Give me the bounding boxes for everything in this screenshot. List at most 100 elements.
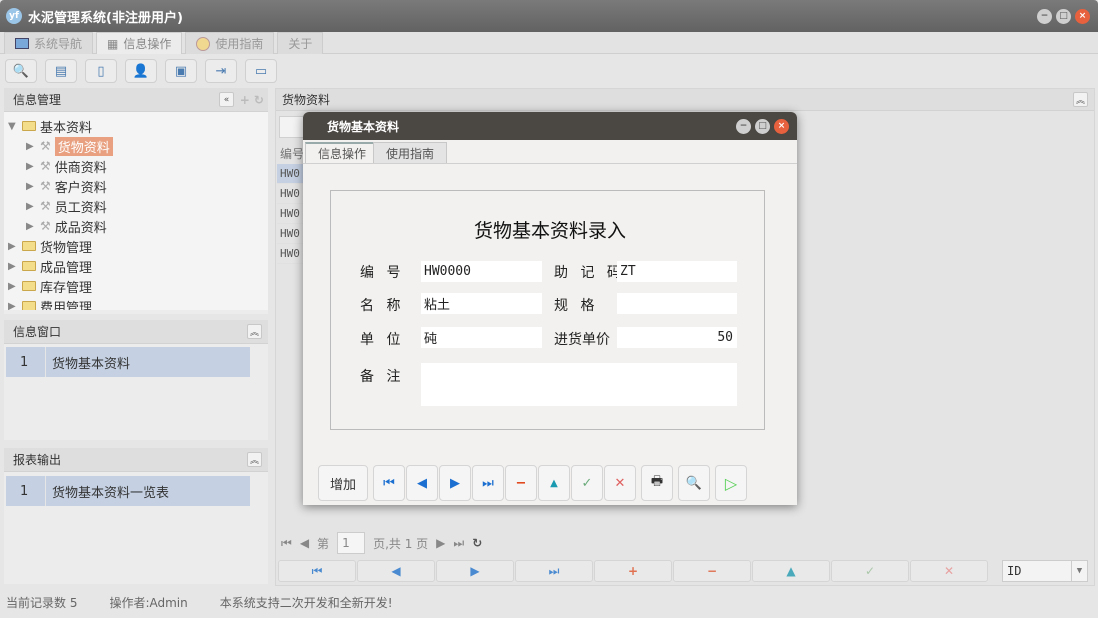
list-item[interactable]: 1 货物基本资料一览表: [6, 476, 250, 506]
grid-icon: ▦: [107, 36, 119, 51]
spec-input[interactable]: [617, 293, 737, 314]
note-label: 备 注: [360, 369, 405, 385]
last-page-button[interactable]: ⏭: [453, 536, 464, 551]
toolbar: 🔍 ▤ ▯ 👤 ▣ ⇥ ▭: [0, 56, 1098, 86]
next-page-button[interactable]: ▶: [436, 536, 445, 550]
add-refresh-icons[interactable]: + ↻: [240, 93, 264, 107]
field-select[interactable]: ID ▼: [1002, 560, 1088, 582]
user-icon: 👤: [132, 63, 150, 79]
folder-icon: [22, 241, 36, 251]
tab-navigation[interactable]: 系统导航: [4, 32, 94, 54]
first-record-button[interactable]: ⏮: [278, 560, 356, 582]
delete-button[interactable]: −: [505, 465, 537, 501]
list-item[interactable]: 1 货物基本资料: [6, 347, 250, 377]
price-input[interactable]: 50: [617, 327, 737, 348]
dialog-close-button[interactable]: ×: [774, 118, 789, 134]
table-row[interactable]: HW0: [277, 164, 303, 184]
folder-icon: [22, 301, 36, 310]
form-heading: 货物基本资料录入: [473, 220, 626, 242]
cancel-button[interactable]: ✕: [604, 465, 636, 501]
save-record-button[interactable]: ✓: [831, 560, 909, 582]
table-row[interactable]: HW0: [277, 224, 303, 244]
tree-node-customers[interactable]: ▶ ⚒ 客户资料: [8, 176, 268, 196]
last-record-button[interactable]: ⏭: [515, 560, 593, 582]
list-button[interactable]: ▤: [45, 59, 77, 83]
collapse-button[interactable]: ︽: [247, 452, 262, 467]
maximize-button[interactable]: □: [1056, 8, 1071, 24]
page-input[interactable]: 1: [337, 532, 366, 554]
export-button[interactable]: ⇥: [205, 59, 237, 83]
table-row[interactable]: HW0: [277, 204, 303, 224]
minimize-button[interactable]: −: [1037, 8, 1052, 24]
table-row[interactable]: HW0: [277, 184, 303, 204]
price-label: 进货单价: [554, 332, 610, 348]
tab-info-ops[interactable]: ▦ 信息操作: [96, 32, 183, 54]
note-input[interactable]: [421, 363, 737, 406]
add-record-button[interactable]: +: [594, 560, 672, 582]
user-button[interactable]: 👤: [125, 59, 157, 83]
spec-label: 规 格: [554, 298, 599, 314]
screen-button[interactable]: ▣: [165, 59, 197, 83]
tree-node-goods-mgmt[interactable]: ▶ 货物管理: [8, 236, 268, 256]
refresh-button[interactable]: ↻: [472, 536, 482, 550]
unit-input[interactable]: 砘: [421, 327, 542, 348]
prev-record-button[interactable]: ◀: [357, 560, 435, 582]
tab-about[interactable]: 关于: [277, 32, 324, 54]
preview-button[interactable]: 🔍: [678, 465, 710, 501]
next-icon: ▶: [450, 475, 460, 491]
mnemonic-input[interactable]: ZT: [617, 261, 737, 282]
print-button[interactable]: 🖶: [641, 465, 673, 501]
dialog-maximize-button[interactable]: □: [755, 118, 770, 134]
edit-record-button[interactable]: ▲: [752, 560, 830, 582]
cancel-record-button[interactable]: ✕: [910, 560, 988, 582]
tree-node-products[interactable]: ▶ ⚒ 成品资料: [8, 216, 268, 236]
first-button[interactable]: ⏮: [373, 465, 405, 501]
window-icon: ▭: [254, 63, 268, 79]
tree-node-product-mgmt[interactable]: ▶ 成品管理: [8, 256, 268, 276]
document-button[interactable]: ▯: [85, 59, 117, 83]
name-label: 名 称: [360, 298, 405, 314]
collapse-button[interactable]: ︽: [1073, 92, 1088, 107]
dialog-minimize-button[interactable]: −: [736, 118, 751, 134]
tree-node-basic[interactable]: ▼ 基本资料: [8, 116, 268, 136]
dialog-tab-info-ops[interactable]: 信息操作: [305, 142, 380, 163]
prev-page-button[interactable]: ◀: [300, 536, 309, 550]
tree-node-inventory[interactable]: ▶ 库存管理: [8, 276, 268, 296]
first-icon: ⏮: [383, 475, 395, 491]
search-button[interactable]: 🔍: [5, 59, 37, 83]
first-page-button[interactable]: ⏮: [281, 536, 292, 551]
edit-button[interactable]: ▲: [538, 465, 570, 501]
window-button[interactable]: ▭: [245, 59, 277, 83]
panel-header: 信息管理 « + ↻: [4, 88, 268, 112]
dialog-tab-guide[interactable]: 使用指南: [373, 142, 448, 163]
monitor-icon: [15, 38, 29, 49]
tree-node-suppliers[interactable]: ▶ ⚒ 供商资料: [8, 156, 268, 176]
table-row[interactable]: HW0: [277, 244, 303, 264]
delete-record-button[interactable]: −: [673, 560, 751, 582]
tree-node-staff[interactable]: ▶ ⚒ 员工资料: [8, 196, 268, 216]
window-title: 水泥管理系统(非注册用户): [28, 10, 183, 26]
main-tabs: 系统导航 ▦ 信息操作 使用指南 关于: [0, 32, 1098, 54]
tree-node-expenses[interactable]: ▶ 费用管理: [8, 296, 268, 310]
collapse-button[interactable]: ︽: [247, 324, 262, 339]
close-button[interactable]: ×: [1075, 8, 1090, 24]
save-button[interactable]: ✓: [571, 465, 603, 501]
folder-icon: [22, 261, 36, 271]
tab-guide[interactable]: 使用指南: [185, 32, 275, 54]
up-icon: ▲: [550, 477, 558, 489]
tree-node-goods[interactable]: ▶ ⚒ 货物资料: [8, 136, 268, 156]
last-button[interactable]: ⏭: [472, 465, 504, 501]
add-button[interactable]: 增加: [318, 465, 368, 501]
minus-icon: −: [515, 475, 527, 491]
name-input[interactable]: 粘土: [421, 293, 542, 314]
tools-icon: ⚒: [40, 159, 51, 173]
dialog-title-bar[interactable]: 货物基本资料 − □ ×: [303, 112, 797, 140]
run-button[interactable]: ▷: [715, 465, 747, 501]
prev-button[interactable]: ◀: [406, 465, 438, 501]
next-button[interactable]: ▶: [439, 465, 471, 501]
next-record-button[interactable]: ▶: [436, 560, 514, 582]
collapse-button[interactable]: «: [219, 92, 234, 107]
tools-icon: ⚒: [40, 179, 51, 193]
info-window-panel: 信息窗口 ︽ 1 货物基本资料: [4, 320, 268, 440]
code-input[interactable]: HW0000: [421, 261, 542, 282]
